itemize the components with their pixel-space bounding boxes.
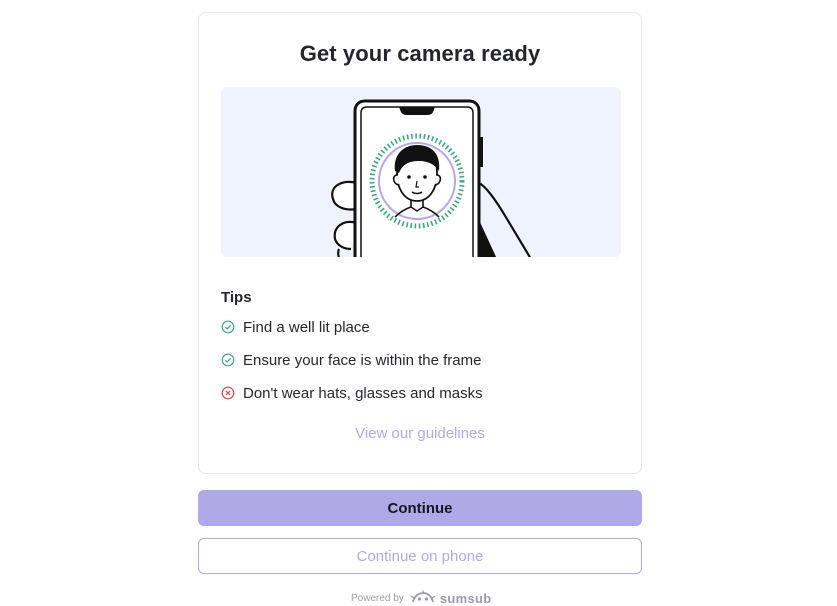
x-circle-icon (221, 386, 235, 400)
view-guidelines-link[interactable]: View our guidelines (199, 425, 641, 442)
sumsub-brand: sumsub (439, 590, 492, 606)
check-circle-icon (221, 320, 235, 334)
page-title: Get your camera ready (299, 41, 541, 66)
phone-selfie-illustration (221, 87, 621, 257)
continue-on-phone-button[interactable]: Continue on phone (198, 538, 642, 574)
tip-item-frame: Ensure your face is within the frame (221, 350, 481, 370)
powered-by-label: Powered by (351, 592, 404, 604)
tip-item-accessories: Don't wear hats, glasses and masks (221, 383, 483, 403)
sumsub-logo-icon (410, 590, 436, 606)
check-circle-icon (221, 353, 235, 367)
tip-label: Ensure your face is within the frame (243, 351, 482, 369)
powered-by-footer: Powered by sumsub (351, 590, 491, 606)
tip-label: Find a well lit place (243, 318, 370, 336)
tip-item-lighting: Find a well lit place (221, 317, 370, 337)
tips-heading: Tips (221, 289, 252, 306)
camera-ready-card: Get your camera ready Tips Find a well l… (198, 12, 642, 474)
tip-label: Don't wear hats, glasses and masks (243, 384, 483, 402)
continue-button[interactable]: Continue (198, 490, 642, 526)
